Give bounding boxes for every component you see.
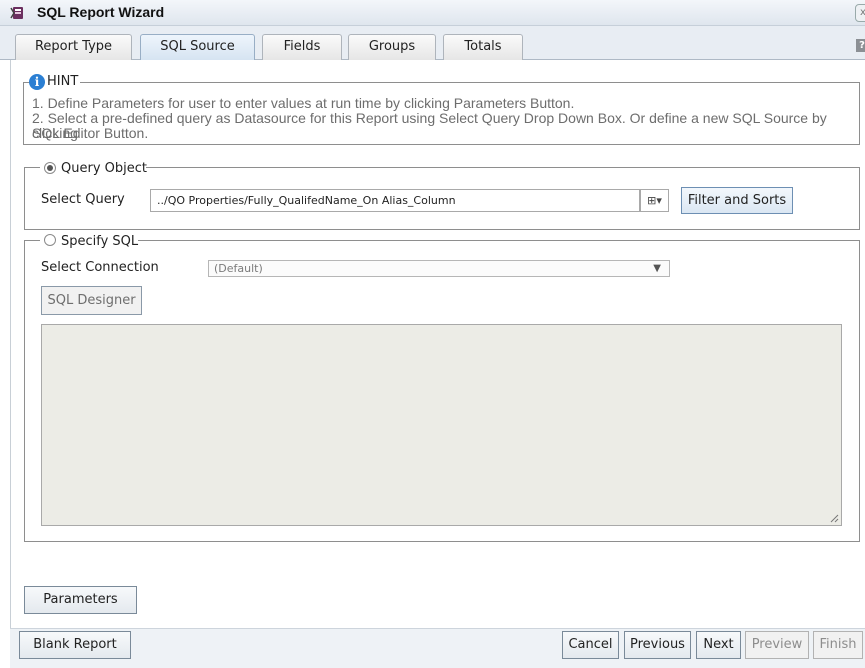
- chevron-down-icon: ▼: [653, 263, 661, 274]
- help-icon[interactable]: ?: [856, 39, 865, 52]
- finish-button[interactable]: Finish: [813, 631, 863, 659]
- hint-line-1: 1. Define Parameters for user to enter v…: [32, 95, 575, 111]
- select-connection-label: Select Connection: [41, 260, 159, 275]
- query-tree-picker-button[interactable]: ⊞▾: [640, 189, 669, 212]
- report-wizard-app-icon: [10, 5, 26, 21]
- close-button[interactable]: x: [855, 4, 865, 22]
- sql-designer-button[interactable]: SQL Designer: [41, 286, 142, 315]
- tab-sql-source[interactable]: SQL Source: [140, 34, 255, 60]
- filter-and-sorts-button[interactable]: Filter and Sorts: [681, 187, 793, 214]
- hint-legend: HINT: [45, 74, 81, 89]
- specify-sql-radio[interactable]: [44, 234, 56, 246]
- resize-grip-icon[interactable]: [829, 513, 839, 523]
- tab-fields[interactable]: Fields: [262, 34, 342, 60]
- previous-button[interactable]: Previous: [624, 631, 691, 659]
- preview-button[interactable]: Preview: [745, 631, 809, 659]
- parameters-button[interactable]: Parameters: [24, 586, 137, 614]
- select-query-input[interactable]: ../QO Properties/Fully_QualifedName_On A…: [150, 189, 640, 212]
- tab-groups[interactable]: Groups: [348, 34, 436, 60]
- select-connection-dropdown[interactable]: (Default) ▼: [208, 260, 670, 277]
- query-object-label: Query Object: [61, 161, 147, 176]
- cancel-button[interactable]: Cancel: [562, 631, 619, 659]
- tab-totals[interactable]: Totals: [443, 34, 523, 60]
- specify-sql-label: Specify SQL: [61, 234, 139, 249]
- blank-report-button[interactable]: Blank Report: [19, 631, 131, 659]
- tab-report-type[interactable]: Report Type: [15, 34, 132, 60]
- query-object-radio[interactable]: [44, 162, 56, 174]
- tree-dropdown-icon: ⊞▾: [647, 194, 662, 207]
- info-icon: i: [29, 74, 45, 90]
- window-title: SQL Report Wizard: [37, 4, 165, 20]
- sql-editor-textarea[interactable]: [41, 324, 842, 526]
- next-button[interactable]: Next: [696, 631, 741, 659]
- connection-value: (Default): [214, 262, 263, 275]
- select-query-label: Select Query: [41, 192, 125, 207]
- hint-line-2-continued: SQL Editor Button.: [32, 125, 149, 141]
